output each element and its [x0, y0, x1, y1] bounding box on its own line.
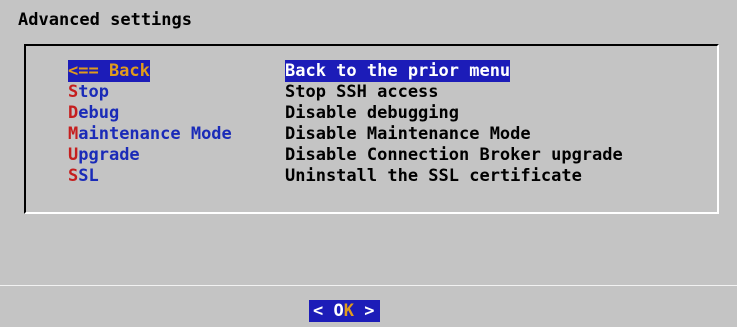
menu-desc-debug: Disable debugging	[285, 103, 459, 123]
ok-label: O	[333, 301, 344, 321]
hotkey-letter: S	[68, 82, 79, 102]
menu-tag-stop: Stop	[68, 81, 109, 103]
hotkey-letter: M	[68, 124, 79, 144]
button-bar: < OK >	[0, 286, 737, 327]
menu-item-stop[interactable]: Stop Stop SSH access	[68, 81, 708, 102]
tag-label: ebug	[78, 103, 120, 123]
hotkey-letter: U	[68, 145, 79, 165]
tag-label: pgrade	[78, 145, 140, 165]
menu-desc-maintenance-mode: Disable Maintenance Mode	[285, 124, 531, 144]
tag-label: aintenance Mode	[78, 124, 232, 144]
menu-item-upgrade[interactable]: Upgrade Disable Connection Broker upgrad…	[68, 144, 708, 165]
button-bracket-left: <	[313, 301, 334, 321]
menu-tag-debug: Debug	[68, 102, 119, 124]
tag-label: top	[78, 82, 109, 102]
tag-label: SL	[78, 166, 99, 186]
hotkey-letter: D	[68, 103, 79, 123]
menu-list: <== Back Back to the prior menu Stop Sto…	[68, 60, 708, 186]
menu-desc-ssl: Uninstall the SSL certificate	[285, 166, 582, 186]
dialog-title: Advanced settings	[18, 10, 192, 30]
tag-label: <== Back	[68, 61, 150, 81]
menu-desc-upgrade: Disable Connection Broker upgrade	[285, 145, 623, 165]
menu-item-maintenance-mode[interactable]: Maintenance Mode Disable Maintenance Mod…	[68, 123, 708, 144]
menu-tag-maintenance-mode: Maintenance Mode	[68, 123, 232, 145]
button-bracket-right: >	[353, 301, 375, 321]
ok-button[interactable]: < OK >	[309, 300, 381, 322]
menu-item-back[interactable]: <== Back Back to the prior menu	[68, 60, 708, 82]
menu-desc-back: Back to the prior menu	[285, 60, 511, 82]
ok-hotkey: K	[343, 301, 354, 321]
menu-item-ssl[interactable]: SSL Uninstall the SSL certificate	[68, 165, 708, 186]
menu-desc-stop: Stop SSH access	[285, 82, 439, 102]
hotkey-letter: S	[68, 166, 79, 186]
menu-tag-back: <== Back	[68, 60, 150, 82]
menu-tag-upgrade: Upgrade	[68, 144, 140, 166]
menu-item-debug[interactable]: Debug Disable debugging	[68, 102, 708, 123]
menu-tag-ssl: SSL	[68, 165, 99, 187]
